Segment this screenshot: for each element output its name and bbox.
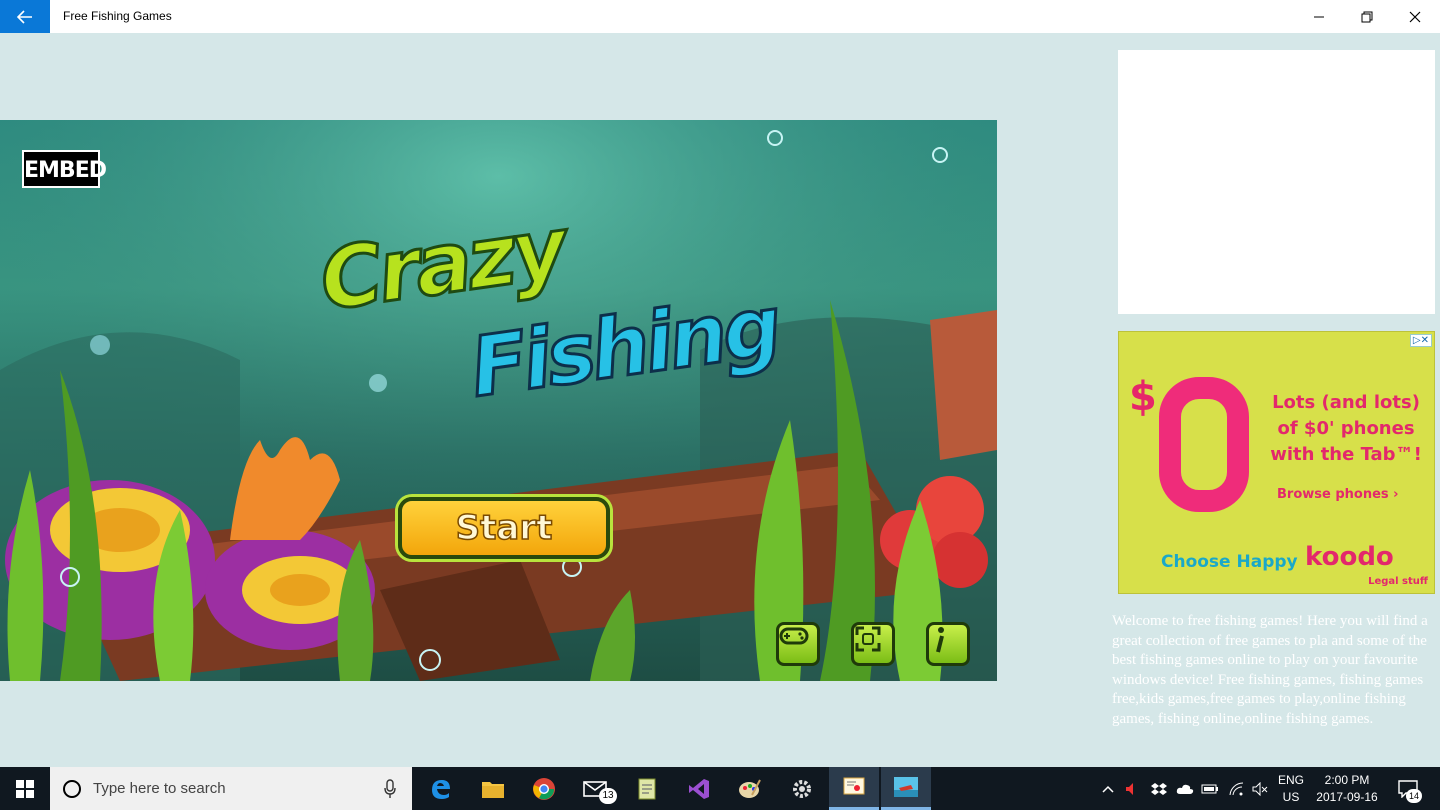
taskbar-paint[interactable] <box>725 767 775 810</box>
fullscreen-icon <box>855 626 881 652</box>
ad-browse-link[interactable]: Browse phones › <box>1277 487 1399 502</box>
ad-headline: Lots (and lots) of $0' phones with the T… <box>1270 392 1422 465</box>
start-button[interactable]: Start <box>398 497 610 559</box>
mail-badge: 13 <box>599 788 617 804</box>
embed-button[interactable]: EMBED <box>22 150 107 188</box>
language-code: ENG <box>1278 773 1305 787</box>
gamepad-icon <box>779 627 809 645</box>
chrome-icon <box>533 777 555 800</box>
clock-date: 2017-09-16 <box>1316 790 1378 804</box>
tray-volume-warning[interactable] <box>1122 767 1142 810</box>
ad-banner-top[interactable] <box>1118 50 1435 314</box>
adchoices-close-icon[interactable]: ▷✕ <box>1409 334 1432 347</box>
taskbar-clock[interactable]: 2:00 PM 2017-09-16 <box>1310 772 1384 806</box>
dropbox-icon <box>1151 782 1167 795</box>
restore-icon <box>1361 11 1373 22</box>
taskbar-mail[interactable]: 13 <box>571 767 621 810</box>
controls-button[interactable] <box>776 622 820 666</box>
game-frame[interactable]: Crazy Fishing Start <box>0 120 997 681</box>
tray-onedrive[interactable] <box>1174 767 1196 810</box>
edge-icon <box>432 779 450 799</box>
window-title: Free Fishing Games <box>63 9 172 23</box>
title-bar: Free Fishing Games <box>0 0 1440 33</box>
restore-button[interactable] <box>1343 0 1391 33</box>
microphone-icon[interactable] <box>384 779 396 799</box>
cloud-icon <box>1176 784 1194 794</box>
folder-icon <box>482 781 504 798</box>
language-indicator[interactable]: ENG US <box>1278 772 1304 806</box>
ad-tagline: Choose Happy <box>1161 552 1298 572</box>
notification-badge: 14 <box>1406 789 1422 803</box>
ad-zero-graphic <box>1159 377 1249 512</box>
tray-volume[interactable] <box>1250 767 1270 810</box>
taskbar-search-box[interactable]: Type here to search <box>50 767 412 810</box>
ad-dollar-sign: $ <box>1129 374 1157 420</box>
back-button[interactable] <box>0 0 50 33</box>
info-icon <box>936 627 944 653</box>
start-menu-button[interactable] <box>0 767 50 810</box>
taskbar-notepad[interactable] <box>622 767 672 810</box>
koodo-logo: koodo <box>1305 542 1394 572</box>
tray-wifi[interactable] <box>1225 767 1247 810</box>
tray-battery[interactable] <box>1199 767 1221 810</box>
close-icon <box>1409 11 1421 22</box>
ad-legal-link[interactable]: Legal stuff <box>1368 576 1428 587</box>
visual-studio-icon <box>689 778 709 799</box>
ad-banner-koodo[interactable]: ▷✕ $ Lots (and lots) of $0' phones with … <box>1118 331 1435 594</box>
info-button[interactable] <box>926 622 970 666</box>
gear-icon <box>793 779 811 798</box>
region-code: US <box>1282 790 1300 804</box>
taskbar-settings[interactable] <box>777 767 827 810</box>
minimize-button[interactable] <box>1295 0 1343 33</box>
search-placeholder: Type here to search <box>93 780 226 797</box>
minimize-icon <box>1314 16 1324 17</box>
certificate-icon <box>843 777 865 795</box>
welcome-text: Welcome to free fishing games! Here you … <box>1112 613 1428 727</box>
taskbar-free-fishing-games[interactable] <box>881 767 931 810</box>
taskbar-edge[interactable] <box>416 767 466 810</box>
taskbar: Type here to search 13 ENG US 2:00 PM 20… <box>0 767 1440 810</box>
taskbar-chrome[interactable] <box>519 767 569 810</box>
speaker-muted-icon <box>1252 781 1268 796</box>
taskbar-visual-studio[interactable] <box>674 767 724 810</box>
close-button[interactable] <box>1391 0 1439 33</box>
speaker-warning-icon <box>1126 782 1133 795</box>
battery-icon <box>1201 784 1218 793</box>
windows-logo-icon <box>16 779 34 798</box>
notepad-icon <box>638 778 656 799</box>
chevron-up-icon <box>1102 785 1114 793</box>
fishing-game-icon <box>894 777 918 797</box>
clock-time: 2:00 PM <box>1324 773 1370 787</box>
paint-icon <box>739 779 761 798</box>
action-center-button[interactable]: 14 <box>1390 767 1426 810</box>
wifi-icon <box>1229 781 1244 795</box>
cortana-icon <box>63 780 81 798</box>
back-arrow-icon <box>17 9 32 24</box>
show-hidden-icons-button[interactable] <box>1098 767 1118 810</box>
fullscreen-button[interactable] <box>851 622 895 666</box>
taskbar-file-explorer[interactable] <box>468 767 518 810</box>
taskbar-certificate-app[interactable] <box>829 767 879 810</box>
tray-dropbox[interactable] <box>1148 767 1170 810</box>
